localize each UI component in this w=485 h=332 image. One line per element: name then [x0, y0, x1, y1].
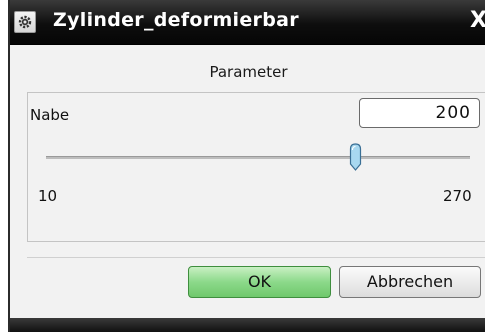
- gear-icon-glyph: [18, 15, 32, 29]
- window-bottom-edge: [10, 318, 485, 332]
- window-title: Zylinder_deformierbar: [53, 9, 299, 31]
- dialog-window: Zylinder_deformierbar X Parameter Nabe 2…: [8, 0, 485, 332]
- group-title: Parameter: [209, 63, 288, 81]
- slider-track[interactable]: [46, 156, 470, 159]
- slider-max-label: 270: [443, 187, 472, 205]
- field-label-nabe: Nabe: [30, 106, 70, 124]
- slider-thumb[interactable]: [349, 143, 362, 171]
- nabe-value-input[interactable]: 200: [359, 98, 480, 128]
- slider-min-label: 10: [38, 187, 58, 205]
- title-bar[interactable]: Zylinder_deformierbar X: [10, 0, 485, 45]
- close-icon[interactable]: X: [470, 8, 485, 33]
- ok-button[interactable]: OK: [188, 266, 331, 298]
- divider: [27, 257, 485, 258]
- gear-icon[interactable]: [14, 11, 36, 33]
- cancel-button[interactable]: Abbrechen: [339, 266, 481, 298]
